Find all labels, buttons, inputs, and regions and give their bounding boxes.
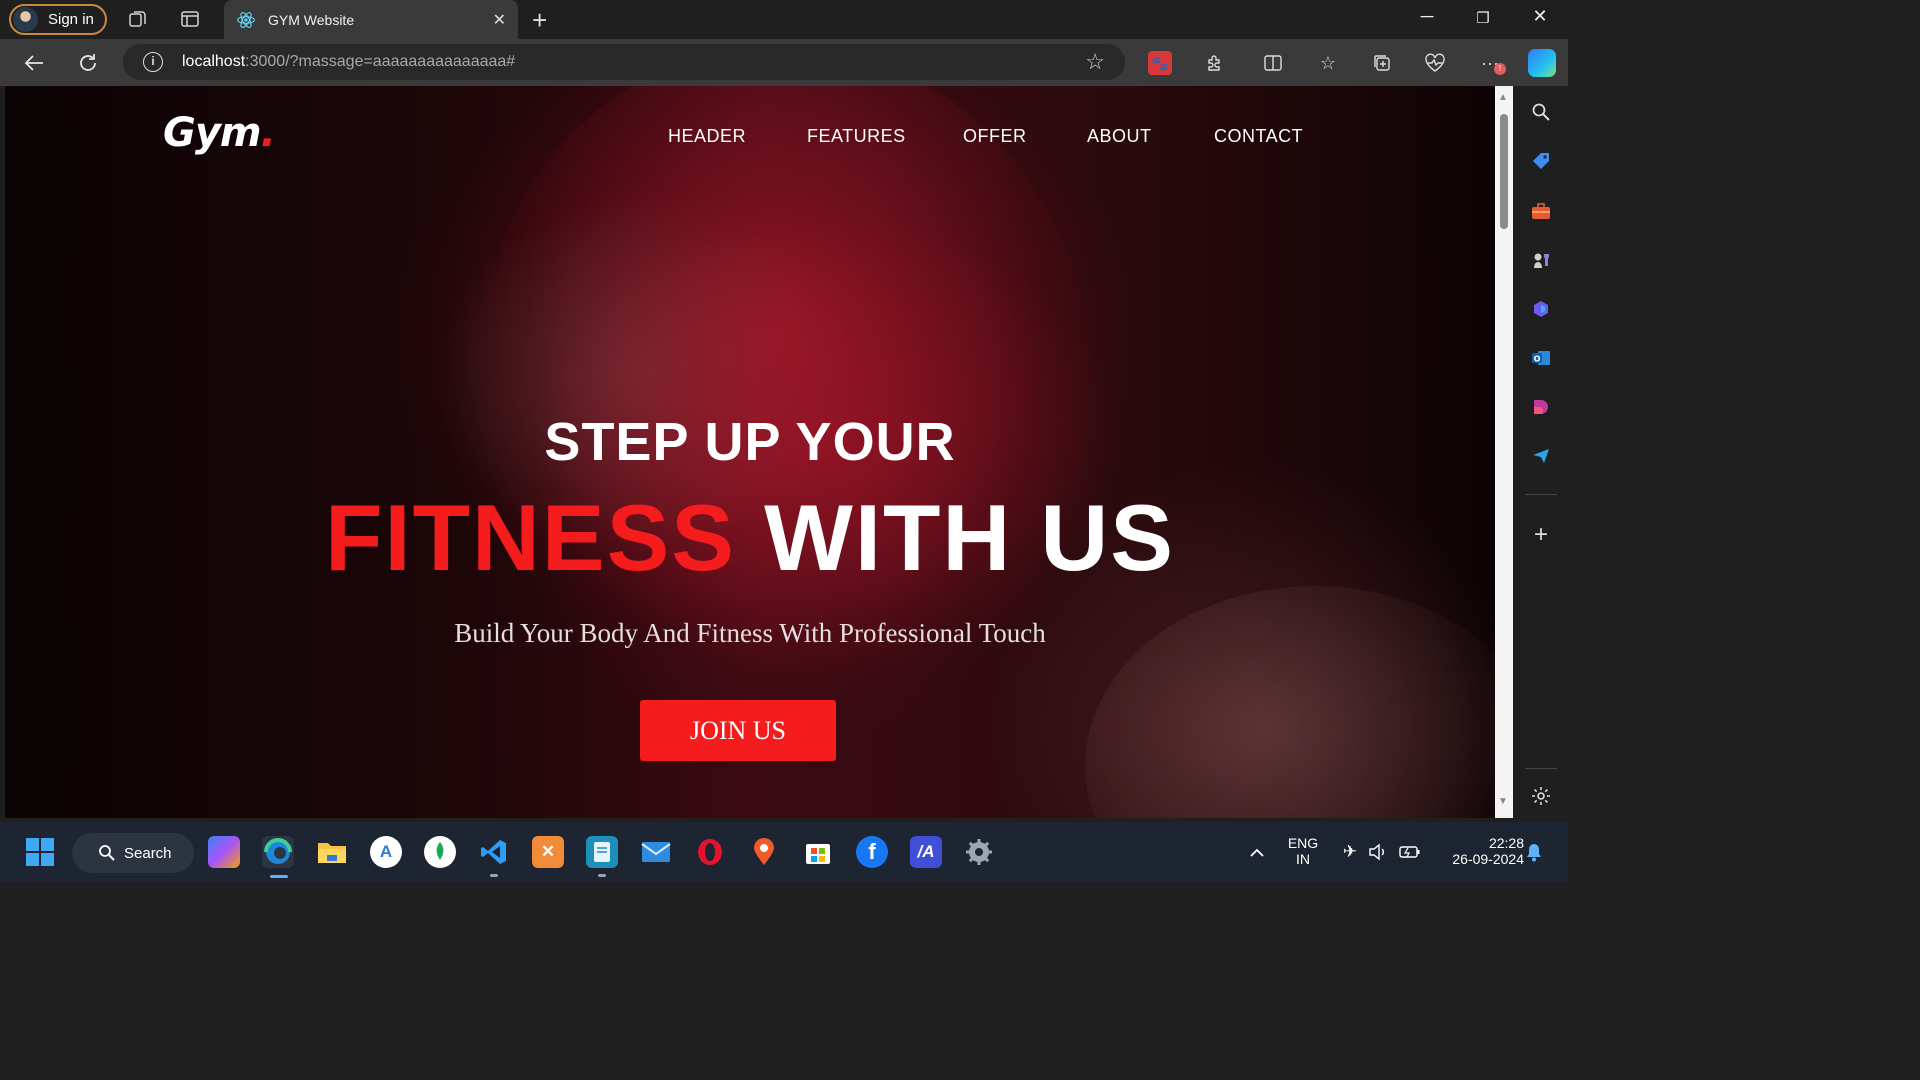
hero-heading-rest: WITH US	[764, 485, 1175, 590]
notes-app-icon[interactable]	[586, 836, 618, 868]
join-us-button[interactable]: JOIN US	[640, 700, 836, 761]
nav-header[interactable]: HEADER	[668, 126, 746, 147]
active-app-indicator	[270, 875, 288, 878]
logo-dot: .	[260, 110, 276, 156]
reload-icon[interactable]	[74, 49, 102, 77]
scrollbar-thumb[interactable]	[1500, 114, 1508, 229]
drop-send-icon[interactable]	[1528, 443, 1554, 469]
design-app-icon[interactable]: /A	[910, 836, 942, 868]
app-store-icon[interactable]: A	[370, 836, 402, 868]
new-tab-icon[interactable]: +	[532, 5, 547, 36]
extensions-puzzle-icon[interactable]	[1202, 51, 1226, 75]
mongodb-compass-icon[interactable]	[424, 836, 456, 868]
hero-heading-line1: STEP UP YOUR	[544, 412, 956, 472]
battery-icon[interactable]	[1394, 836, 1426, 868]
opera-icon[interactable]	[694, 836, 726, 868]
split-screen-icon[interactable]	[1261, 51, 1285, 75]
notifications-bell-icon[interactable]	[1518, 836, 1550, 868]
nav-features[interactable]: FEATURES	[807, 126, 906, 147]
settings-gear-icon[interactable]	[963, 836, 995, 868]
clock[interactable]: 22:28 26-09-2024	[1434, 835, 1524, 867]
workspaces-icon[interactable]	[127, 8, 149, 30]
scroll-up-arrow-icon[interactable]: ▲	[1498, 92, 1508, 103]
active-tab[interactable]: GYM Website ✕	[224, 0, 518, 39]
microsoft-365-icon[interactable]	[1528, 296, 1554, 322]
hero-subtitle: Build Your Body And Fitness With Profess…	[454, 618, 1046, 648]
nav-about[interactable]: ABOUT	[1087, 126, 1152, 147]
profile-label: Sign in	[48, 11, 94, 28]
nav-offer[interactable]: OFFER	[963, 126, 1027, 147]
svg-text:O: O	[1534, 355, 1541, 364]
copilot-icon[interactable]	[1528, 49, 1556, 77]
windows-taskbar: Search A ✕ f /A ENG IN ✈ 22:28 26-09-202…	[0, 822, 1568, 882]
sidebar-divider	[1525, 494, 1557, 495]
extension-paw-icon[interactable]: 🐾	[1148, 51, 1172, 75]
page-scrollbar[interactable]: ▲ ▼	[1495, 86, 1513, 818]
address-bar[interactable]: i localhost:3000/?massage=aaaaaaaaaaaaaa…	[123, 44, 1125, 80]
scroll-down-arrow-icon[interactable]: ▼	[1498, 796, 1508, 807]
volume-icon[interactable]	[1362, 836, 1394, 868]
copilot-pre-app-icon[interactable]	[208, 836, 240, 868]
search-icon[interactable]	[1528, 99, 1554, 125]
logo-text: Gym	[163, 110, 262, 156]
open-app-indicator	[490, 874, 498, 877]
favorites-icon[interactable]: ☆	[1316, 51, 1340, 75]
sidebar-settings-gear-icon[interactable]	[1528, 783, 1554, 809]
games-chess-icon[interactable]	[1528, 247, 1554, 273]
hero-heading-line2: FITNESS WITH US	[5, 484, 1495, 592]
mail-icon[interactable]	[640, 836, 672, 868]
profile-button[interactable]: Sign in	[9, 4, 107, 35]
taskbar-search[interactable]: Search	[72, 833, 194, 873]
tools-briefcase-icon[interactable]	[1528, 198, 1554, 224]
clock-date: 26-09-2024	[1452, 851, 1524, 867]
search-icon	[99, 845, 115, 861]
react-favicon-icon	[237, 11, 255, 28]
back-arrow-icon[interactable]	[20, 49, 48, 77]
avatar	[13, 7, 38, 32]
clock-time: 22:28	[1488, 835, 1524, 851]
shopping-tag-icon[interactable]	[1528, 148, 1554, 174]
tab-close-icon[interactable]: ✕	[493, 10, 506, 30]
maps-pin-icon[interactable]	[748, 836, 780, 868]
vscode-icon[interactable]	[478, 836, 510, 868]
more-menu-icon[interactable]: ···!	[1478, 51, 1506, 75]
hero-highlight: FITNESS	[325, 485, 736, 590]
browser-tab-bar: Sign in GYM Website ✕ + ─ ❐ ✕	[0, 0, 1568, 39]
windows-start-icon[interactable]	[24, 836, 56, 868]
language-code: ENG	[1287, 835, 1319, 851]
edge-sidebar: O +	[1513, 86, 1568, 822]
minimize-icon[interactable]: ─	[1407, 6, 1447, 27]
edge-browser-icon[interactable]	[262, 836, 294, 868]
browser-toolbar: i localhost:3000/?massage=aaaaaaaaaaaaaa…	[0, 39, 1568, 86]
restore-icon[interactable]: ❐	[1463, 9, 1503, 27]
search-label: Search	[124, 844, 172, 862]
outlook-icon[interactable]: O	[1528, 345, 1554, 371]
nav-contact[interactable]: CONTACT	[1214, 126, 1303, 147]
url-host: localhost	[182, 53, 246, 70]
tray-chevron-up-icon[interactable]	[1241, 836, 1273, 868]
file-explorer-icon[interactable]	[316, 836, 348, 868]
favorite-star-icon[interactable]: ☆	[1085, 49, 1105, 75]
url-text[interactable]: localhost:3000/?massage=aaaaaaaaaaaaaaa#	[182, 53, 515, 71]
facebook-icon[interactable]: f	[856, 836, 888, 868]
site-logo[interactable]: Gym.	[163, 110, 276, 156]
browser-essentials-icon[interactable]	[1423, 51, 1447, 75]
url-path: :3000/?massage=aaaaaaaaaaaaaaa#	[245, 53, 516, 70]
site-info-icon[interactable]: i	[143, 52, 163, 72]
language-indicator[interactable]: ENG IN	[1283, 835, 1323, 867]
tab-title: GYM Website	[268, 11, 355, 28]
region-code: IN	[1296, 851, 1310, 867]
web-page: Gym. HEADER FEATURES OFFER ABOUT CONTACT…	[5, 86, 1495, 818]
window-close-icon[interactable]: ✕	[1520, 6, 1560, 27]
designer-icon[interactable]	[1528, 394, 1554, 420]
vertical-tabs-icon[interactable]	[179, 8, 201, 30]
xampp-icon[interactable]: ✕	[532, 836, 564, 868]
sidebar-divider-bottom	[1525, 768, 1557, 769]
collections-icon[interactable]	[1370, 51, 1394, 75]
microsoft-store-icon[interactable]	[802, 836, 834, 868]
open-app-indicator-2	[598, 874, 606, 877]
add-sidebar-app-icon[interactable]: +	[1528, 521, 1554, 548]
